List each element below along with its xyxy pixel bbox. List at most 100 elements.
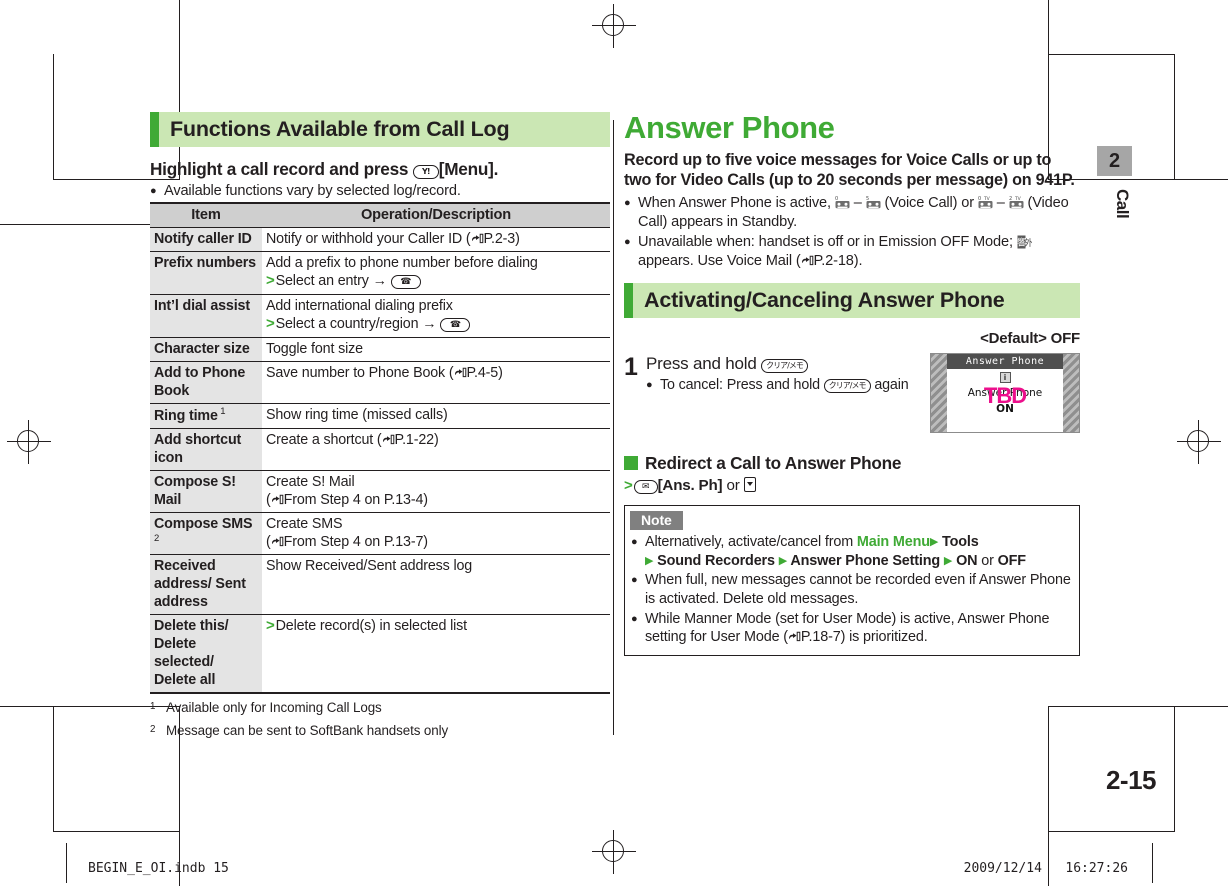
footer-rule-left <box>66 843 68 883</box>
left-column: Functions Available from Call Log Highli… <box>150 112 610 740</box>
clear-memo-key-icon: クリア/メモ <box>761 358 808 373</box>
handset-screenshot: Answer Phone i Answer Phone TBD ON <box>930 352 1080 433</box>
menu-path-item: Tools <box>938 533 979 550</box>
description-line: Notify or withhold your Caller ID (P.2-3… <box>266 230 520 247</box>
table-row: Prefix numbers Add a prefix to phone numb… <box>150 251 610 295</box>
bullet-dot-icon: ● <box>631 612 638 625</box>
redirect-operation: > ✉ [Ans. Ph] or <box>624 476 1080 494</box>
redirect-or: or <box>726 476 740 494</box>
bullet-dot-icon: ● <box>631 574 638 587</box>
handset-frame-left <box>931 353 947 432</box>
page-reference-icon <box>471 233 484 244</box>
bullet-text: Available functions vary by selected log… <box>164 183 461 199</box>
table-cell-item: Int’l dial assist <box>150 294 262 338</box>
page-title: Answer Phone <box>624 110 835 145</box>
bullet-dot-icon: ● <box>624 197 631 210</box>
chapter-number: 2 <box>1097 146 1132 176</box>
bullet-dot-icon: ● <box>624 235 631 248</box>
answer-phone-lede: Record up to five voice messages for Voi… <box>624 150 1080 191</box>
call-log-intro: Highlight a call record and press Y! [Men… <box>150 159 610 180</box>
table-row: Delete this/ Delete selected/ Delete all… <box>150 614 610 695</box>
tbd-overlay: TBD <box>983 382 1027 408</box>
lede-line-2: two for Video Calls (up to 20 seconds pe… <box>624 171 1075 190</box>
menu-path-item: ON <box>952 552 978 569</box>
table-row: Notify caller ID Notify or withhold your … <box>150 227 610 252</box>
description-line: Show ring time (missed calls) <box>266 406 448 423</box>
step-title-text: Press and hold <box>646 353 757 373</box>
page-reference-icon <box>382 434 395 445</box>
table-cell-description: Create S! Mail(From Step 4 on P.13-4) <box>262 470 610 513</box>
table-cell-description: >Delete record(s) in selected list <box>262 614 610 695</box>
step-marker: > <box>266 617 275 635</box>
footnote-text: Available only for Incoming Call Logs <box>166 700 382 716</box>
column-header-operation: Operation/Description <box>262 201 610 228</box>
description-line: Toggle font size <box>266 340 363 357</box>
table-cell-item: Notify caller ID <box>150 227 262 252</box>
footnote: 2 Message can be sent to SoftBank handset… <box>150 722 610 740</box>
description-line: Create SMS <box>266 515 343 532</box>
menu-path-item: Answer Phone Setting <box>787 552 944 569</box>
bullet-dot-icon: ● <box>646 379 653 392</box>
description-line: >Delete record(s) in selected list <box>266 617 467 635</box>
step-marker: > <box>266 271 275 289</box>
table-cell-item: Compose SMS 2 <box>150 512 262 556</box>
handset-frame-right <box>1063 353 1079 432</box>
table-row: Compose SMS 2 Create SMS(From Step 4 on P… <box>150 512 610 556</box>
mail-key-icon: ✉ <box>633 479 658 494</box>
bullet-dot-icon: ● <box>150 185 157 197</box>
green-square-icon <box>624 456 638 471</box>
chapter-side-tab: 2 Call <box>1097 146 1132 226</box>
column-divider <box>613 120 614 735</box>
section-heading-call-log: Functions Available from Call Log <box>150 112 610 147</box>
bullet-text: When Answer Phone is active, 0 – 5 (Voic… <box>638 195 1069 230</box>
note-item-text: When full, new messages cannot be record… <box>645 572 1071 608</box>
table-cell-item: Received address/ Sent address <box>150 554 262 616</box>
page-reference-icon <box>271 494 284 505</box>
step-number: 1 <box>624 352 638 381</box>
svg-text:外: 外 <box>1024 237 1032 249</box>
description-line: Create S! Mail <box>266 473 355 490</box>
description-line: >Select a country/region → ☎ <box>266 315 606 334</box>
footnote-number: 2 <box>150 724 156 736</box>
table-row: Received address/ Sent address Show Recei… <box>150 554 610 616</box>
call-log-intro-text: Highlight a call record and press <box>150 159 409 179</box>
right-column: Answer Phone Record up to five voice mes… <box>624 110 1080 657</box>
menu-path-item: OFF <box>997 552 1026 569</box>
step-marker: > <box>624 476 633 494</box>
answer-phone-standby-icon: 5 <box>866 195 881 209</box>
note-item-text: Alternatively, activate/cancel from Main… <box>645 533 1026 569</box>
section-heading-text: Activating/Canceling Answer Phone <box>644 287 1005 312</box>
functions-table-body: Notify caller ID Notify or withhold your … <box>150 227 610 695</box>
step-cancel-bullet: ● To cancel: Press and hold クリア/メモ again <box>646 376 924 395</box>
green-triangle-icon: ▶ <box>778 554 788 567</box>
heading-accent-bar <box>624 282 633 318</box>
call-key-icon: ☎ <box>390 274 421 289</box>
info-icon: i <box>999 371 1011 383</box>
note-box: Note ● Alternatively, activate/cancel fro… <box>624 504 1080 657</box>
description-line: Create a shortcut (P.1-22) <box>266 431 439 448</box>
table-row: Ring time 1 Show ring time (missed calls) <box>150 403 610 429</box>
table-cell-description: Toggle font size <box>262 337 610 362</box>
answer-phone-bullet: ● Unavailable when: handset is off or in … <box>624 233 1080 271</box>
footnote-marker: 1 <box>217 405 226 417</box>
description-line: Save number to Phone Book (P.4-5) <box>266 364 503 381</box>
table-cell-description: Add international dialing prefix >Select … <box>262 294 610 338</box>
table-cell-description: Show Received/Sent address log <box>262 554 610 616</box>
footnote-text: Message can be sent to SoftBank handsets… <box>166 723 449 739</box>
footer-rule-right <box>1152 843 1154 883</box>
footnote: 1 Available only for Incoming Call Logs <box>150 699 610 717</box>
table-cell-item: Compose S! Mail <box>150 470 262 513</box>
redirect-heading: Redirect a Call to Answer Phone <box>624 453 1080 474</box>
redirect-softkey-label: [Ans. Ph] <box>657 476 723 494</box>
section-heading-text: Functions Available from Call Log <box>170 117 510 141</box>
footnote-marker: 2 <box>154 532 160 544</box>
bullet-text: Unavailable when: handset is off or in E… <box>638 233 1033 269</box>
menu-path-item: Sound Recorders <box>653 552 779 569</box>
step-title: Press and hold クリア/メモ <box>646 353 924 374</box>
functions-table: Item Operation/Description Notify caller… <box>150 201 610 695</box>
table-row: Add shortcut icon Create a shortcut (P.1-… <box>150 428 610 471</box>
footer-filename: BEGIN_E_OI.indb 15 <box>88 861 229 876</box>
page-reference-icon <box>271 536 284 547</box>
answer-phone-standby-icon: 0 TV <box>978 195 993 209</box>
handset-screen: Answer Phone i Answer Phone TBD ON <box>947 353 1063 432</box>
